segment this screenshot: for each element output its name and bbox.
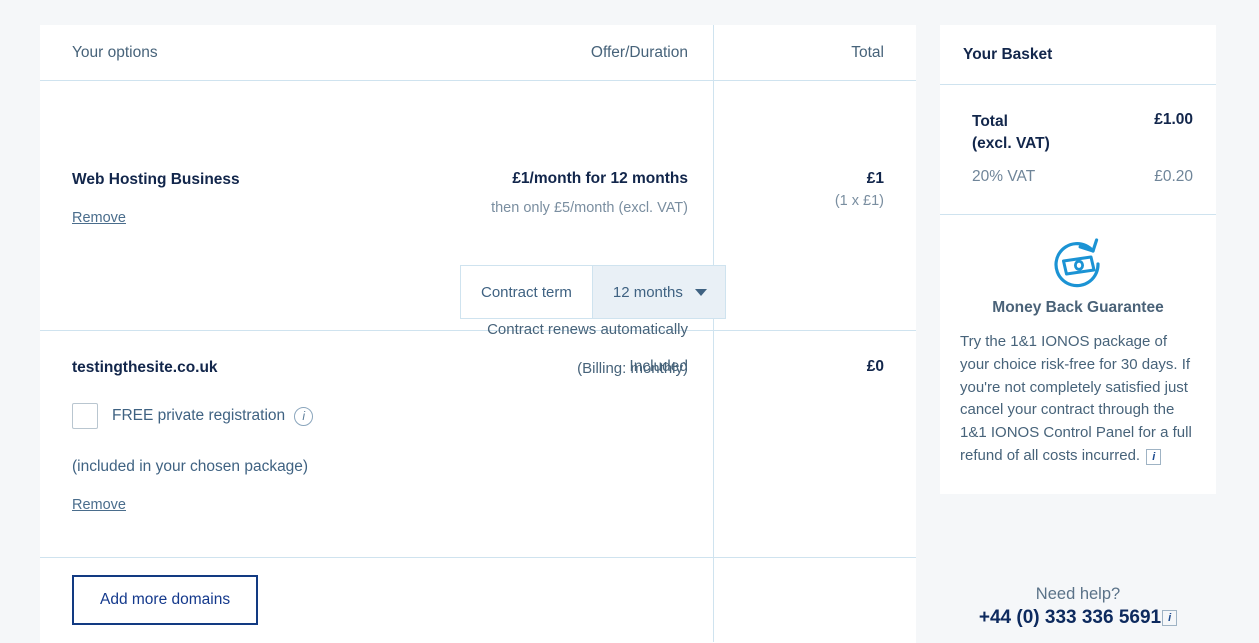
- contract-term-control: Contract term 12 months: [460, 265, 726, 319]
- private-registration-checkbox[interactable]: [72, 403, 98, 429]
- need-help-phone: +44 (0) 333 336 5691i: [940, 607, 1216, 629]
- need-help-phone-number: +44 (0) 333 336 5691: [979, 607, 1161, 628]
- contract-term-value: 12 months: [613, 284, 683, 301]
- private-registration-row: FREE private registration i: [72, 403, 313, 429]
- basket-totals: Total (excl. VAT) £1.00 20% VAT £0.20: [940, 85, 1216, 215]
- basket-total-label-line2: (excl. VAT): [972, 133, 1050, 155]
- need-help-title: Need help?: [940, 585, 1216, 604]
- money-back-body: Try the 1&1 IONOS package of your choice…: [958, 331, 1198, 468]
- money-back-title: Money Back Guarantee: [958, 299, 1198, 317]
- column-divider: [713, 331, 714, 557]
- domain-name: testingthesite.co.uk: [72, 359, 218, 377]
- domain-total-value: £0: [730, 358, 884, 376]
- info-icon[interactable]: i: [294, 407, 313, 426]
- options-footer-row: Add more domains: [40, 558, 916, 642]
- money-back-body-text: Try the 1&1 IONOS package of your choice…: [960, 333, 1192, 464]
- checkout-page: Your options Offer/Duration Total Web Ho…: [0, 0, 1259, 643]
- basket-total-label: Total (excl. VAT): [972, 111, 1050, 155]
- contract-term-select[interactable]: 12 months: [592, 266, 725, 318]
- product-offer-main: £1/month for 12 months: [420, 170, 688, 188]
- remove-product-link[interactable]: Remove: [72, 210, 126, 226]
- need-help-section: Need help? +44 (0) 333 336 5691i: [940, 585, 1216, 629]
- money-back-guarantee: Money Back Guarantee Try the 1&1 IONOS p…: [940, 215, 1216, 494]
- private-registration-label: FREE private registration: [112, 407, 285, 425]
- domain-offer-text: Included: [420, 358, 688, 376]
- column-header-total: Total: [730, 25, 884, 81]
- basket-total-row: Total (excl. VAT) £1.00: [972, 111, 1193, 155]
- column-divider: [713, 25, 714, 80]
- basket-vat-label: 20% VAT: [972, 168, 1035, 186]
- product-offer-sub: then only £5/month (excl. VAT): [370, 200, 688, 216]
- basket-vat-row: 20% VAT £0.20: [972, 168, 1193, 186]
- info-icon[interactable]: i: [1162, 610, 1177, 626]
- options-card: Your options Offer/Duration Total Web Ho…: [40, 25, 916, 643]
- remove-domain-link[interactable]: Remove: [72, 497, 126, 513]
- product-total-value: £1: [730, 170, 884, 188]
- basket-total-label-line1: Total: [972, 111, 1050, 133]
- options-table-header: Your options Offer/Duration Total: [40, 25, 916, 81]
- domain-included-note: (included in your chosen package): [72, 458, 308, 476]
- column-divider: [713, 558, 714, 642]
- chevron-down-icon: [695, 289, 707, 296]
- basket-title: Your Basket: [940, 25, 1216, 85]
- money-back-icon: [1049, 237, 1107, 291]
- add-more-domains-button[interactable]: Add more domains: [72, 575, 258, 625]
- product-title: Web Hosting Business: [72, 171, 240, 189]
- column-header-options: Your options: [72, 25, 158, 81]
- product-row: Web Hosting Business Remove £1/month for…: [40, 81, 916, 331]
- column-header-offer: Offer/Duration: [420, 25, 688, 81]
- info-icon[interactable]: i: [1146, 449, 1161, 465]
- basket-vat-value: £0.20: [1154, 168, 1193, 186]
- basket-panel: Your Basket Total (excl. VAT) £1.00 20% …: [940, 25, 1216, 494]
- contract-term-label: Contract term: [461, 266, 592, 318]
- domain-row: testingthesite.co.uk FREE private regist…: [40, 331, 916, 558]
- basket-total-value: £1.00: [1154, 111, 1193, 129]
- product-total-breakdown: (1 x £1): [730, 193, 884, 209]
